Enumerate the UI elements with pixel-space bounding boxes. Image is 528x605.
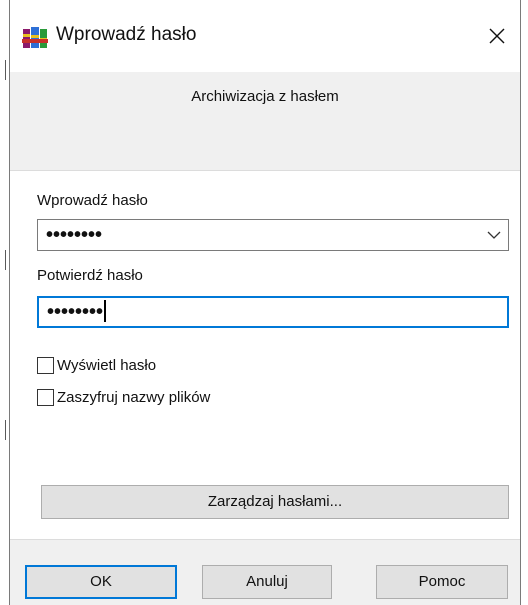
cancel-button[interactable]: Anuluj (202, 565, 332, 599)
dialog-subtitle: Archiwizacja z hasłem (191, 88, 339, 105)
chevron-down-icon[interactable] (486, 228, 502, 242)
password-panel: Wprowadź hasło •••••••• Potwierdź hasło … (10, 170, 520, 540)
encrypt-filenames-checkbox[interactable] (37, 389, 54, 406)
ok-button[interactable]: OK (25, 565, 177, 599)
show-password-checkbox[interactable] (37, 357, 54, 374)
winrar-books-icon (22, 26, 48, 50)
confirm-password-text: •••••••• (47, 301, 104, 323)
password-combobox[interactable]: •••••••• (37, 219, 509, 251)
close-icon[interactable] (474, 0, 520, 72)
password-dialog: Wprowadź hasło Archiwizacja z hasłem Wpr… (9, 0, 521, 605)
password-label: Wprowadź hasło (37, 192, 148, 209)
screen: Wprowadź hasło Archiwizacja z hasłem Wpr… (0, 0, 528, 605)
background-divider (5, 250, 6, 270)
background-window-edge (0, 0, 8, 605)
encrypt-filenames-checkbox-row[interactable]: Zaszyfruj nazwy plików (37, 389, 210, 406)
dialog-header (10, 72, 520, 172)
confirm-password-input[interactable]: •••••••• (37, 296, 509, 328)
background-divider (5, 60, 6, 80)
password-input[interactable]: •••••••• (46, 223, 102, 247)
background-divider (5, 420, 6, 440)
text-cursor (104, 300, 107, 322)
help-button[interactable]: Pomoc (376, 565, 508, 599)
show-password-checkbox-row[interactable]: Wyświetl hasło (37, 357, 156, 374)
confirm-password-value: •••••••• (47, 300, 107, 324)
manage-passwords-button[interactable]: Zarządzaj hasłami... (41, 485, 509, 519)
encrypt-filenames-label[interactable]: Zaszyfruj nazwy plików (57, 389, 210, 406)
confirm-password-label: Potwierdź hasło (37, 267, 143, 284)
window-title: Wprowadź hasło (56, 24, 197, 45)
title-bar[interactable]: Wprowadź hasło (10, 0, 520, 80)
show-password-label[interactable]: Wyświetl hasło (57, 357, 156, 374)
